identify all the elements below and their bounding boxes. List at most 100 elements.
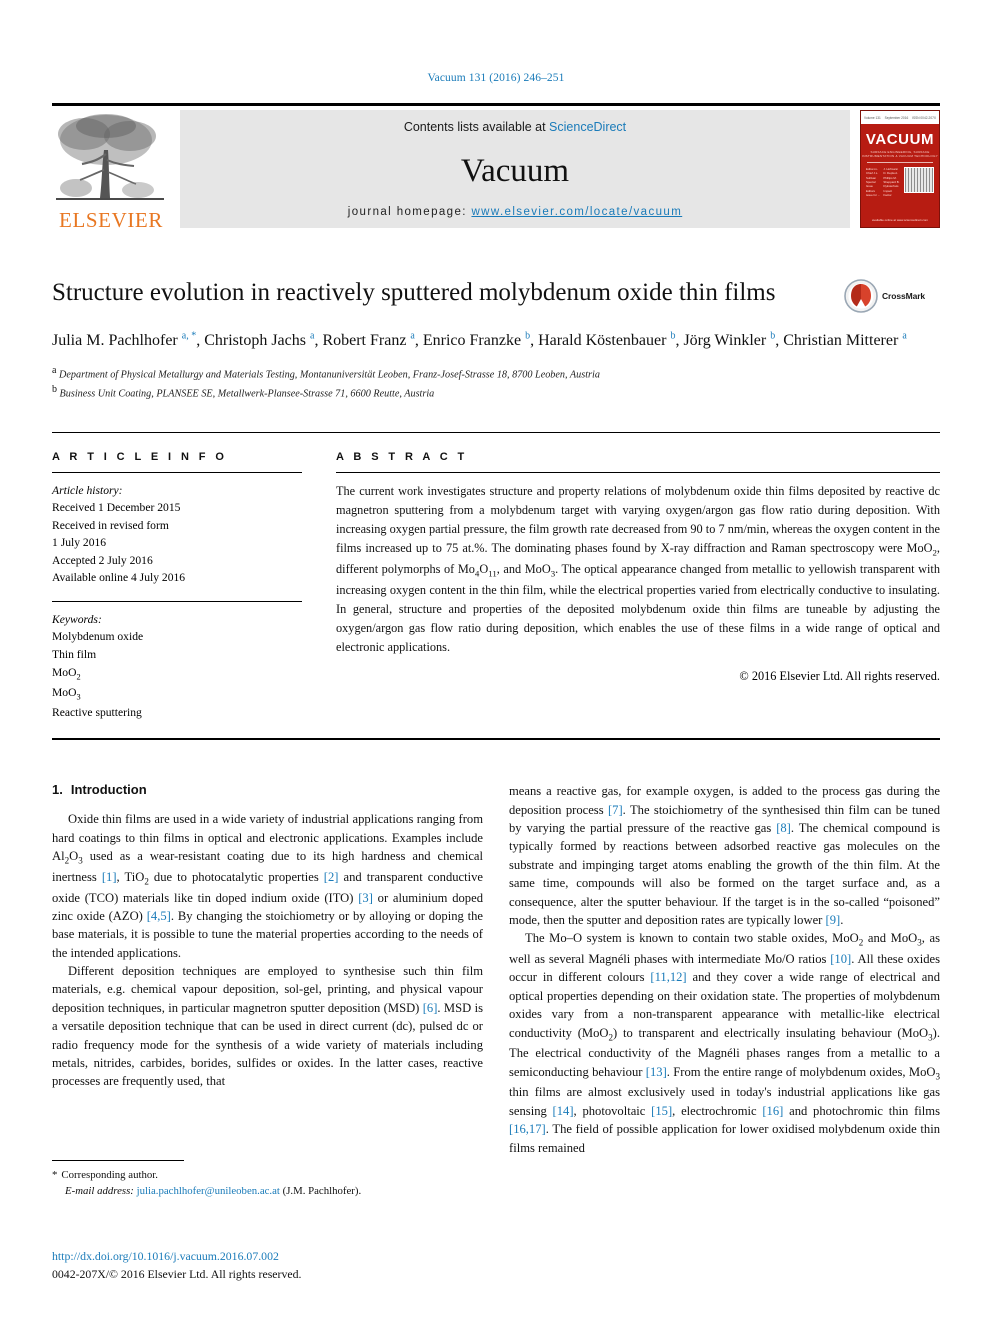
paragraph: means a reactive gas, for example oxygen… [509,784,940,927]
cover-subtitle: SURFACE ENGINEERING, SURFACE INSTRUMENTA… [862,150,938,158]
sciencedirect-link[interactable]: ScienceDirect [549,120,626,134]
footnote-block: * Corresponding author. E-mail address: j… [52,1160,467,1199]
affiliation-b: b Business Unit Coating, PLANSEE SE, Met… [52,383,940,402]
author-affil-mark: a [410,330,415,342]
journal-homepage-link[interactable]: www.elsevier.com/locate/vacuum [471,206,682,218]
title-block: Structure evolution in reactively sputte… [52,277,940,402]
cover-column-a: Editor-in-Chief J.L. Sullivan Special Is… [866,167,881,198]
elsevier-logo: ELSEVIER [52,106,170,232]
email-note: E-mail address: julia.pachlhofer@unileob… [52,1183,467,1199]
corresponding-email-link[interactable]: julia.pachlhofer@unileoben.ac.at [137,1185,280,1197]
article-history-label: Article history: [52,483,123,497]
section-title: Introduction [70,782,147,798]
cover-body: Editor-in-Chief J.L. Sullivan Special Is… [866,167,934,198]
citation-link[interactable]: [16,17] [509,1122,546,1136]
paper-page: Vacuum 131 (2016) 246–251 ELSEVIER Conte… [0,0,992,1323]
history-item: Received in revised form [52,518,169,532]
doi-link[interactable]: http://dx.doi.org/10.1016/j.vacuum.2016.… [52,1248,492,1266]
citation-link[interactable]: [2] [324,870,339,884]
author-item: Harald Köstenbauer b, [538,330,684,349]
paragraph: Different deposition techniques are empl… [52,964,483,1089]
keyword-item: Thin film [52,648,97,662]
cover-title: VACUUM [865,131,935,148]
citation-link[interactable]: [14] [553,1104,574,1118]
citation-link[interactable]: [3] [358,891,373,905]
doi-block: http://dx.doi.org/10.1016/j.vacuum.2016.… [52,1248,492,1283]
email-label: E-mail address: [65,1185,134,1198]
issn-copyright-line: 0042-207X/© 2016 Elsevier Ltd. All right… [52,1266,302,1281]
keywords-list: Molybdenum oxide Thin film MoO2 MoO3 Rea… [52,628,302,721]
journal-band: Contents lists available at ScienceDirec… [180,110,850,228]
body-column-left: 1. Introduction Oxide thin films are used… [52,782,483,1212]
footnote-marker: * [52,1169,58,1181]
citation-link[interactable]: [4,5] [147,909,171,923]
citation-link[interactable]: [15] [651,1104,672,1118]
citation-link[interactable]: [13] [646,1065,667,1079]
affiliation-mark: b [52,383,57,395]
citation-link[interactable]: [1] [102,870,117,884]
citation-link[interactable]: [10] [830,952,851,966]
author-item: Christian Mitterer a [783,330,907,349]
article-info-divider [52,471,302,473]
journal-cover-thumbnail: Volume 131 September 2016 ISSN 0042-207X… [860,110,940,228]
running-head: Vacuum 131 (2016) 246–251 [427,72,565,84]
keyword-item: Reactive sputtering [52,705,142,719]
history-item: Accepted 2 July 2016 [52,553,153,567]
section-number: 1. [52,782,63,798]
affiliation-a: a Department of Physical Metallurgy and … [52,364,940,383]
keyword-item: MoO3 [52,685,81,701]
citation-link[interactable]: [9] [826,913,841,927]
author-affil-mark: b [670,330,676,342]
journal-homepage-line: journal homepage: www.elsevier.com/locat… [348,206,682,218]
abstract-copyright: © 2016 Elsevier Ltd. All rights reserved… [739,669,940,684]
body-columns: 1. Introduction Oxide thin films are used… [52,782,940,1212]
corresponding-author-text: Corresponding author. [61,1169,158,1181]
author-affil-mark: b [770,330,776,342]
history-item: Received 1 December 2015 [52,500,181,514]
email-suffix: (J.M. Pachlhofer). [282,1185,362,1198]
abstract-divider [336,471,940,473]
contents-prefix: Contents lists available at [403,120,550,134]
citation-link[interactable]: [7] [608,803,623,817]
contents-line: Contents lists available at ScienceDirec… [404,120,626,134]
cover-divider [867,162,933,163]
author-affil-mark: b [525,330,531,342]
article-history-list: Received 1 December 2015 Received in rev… [52,499,302,587]
author-affil-mark: a, * [181,330,197,342]
body-column-right: means a reactive gas, for example oxygen… [509,782,940,1212]
footnote-rule [52,1160,184,1161]
author-list: Julia M. Pachlhofer a, *, Christoph Jach… [52,329,940,353]
affiliation-mark: a [52,364,57,376]
author-item: Julia M. Pachlhofer a, *, [52,330,205,349]
elsevier-tree-icon [56,114,164,200]
paragraph: Oxide thin films are used in a wide vari… [52,812,484,960]
citation-link[interactable]: [6] [423,1001,438,1015]
paragraph: The Mo–O system is known to contain two … [509,931,941,1155]
cover-footer: available online at www.sciencedirect.co… [871,218,929,222]
abstract-heading: A B S T R A C T [336,450,468,463]
crossmark-badge[interactable]: CrossMark [844,279,940,313]
affiliation-text: Department of Physical Metallurgy and Ma… [59,369,600,381]
keywords-divider [52,601,302,603]
history-item: 1 July 2016 [52,536,107,550]
citation-link[interactable]: [16] [762,1104,783,1118]
author-item: Jörg Winkler b, [683,330,784,349]
history-item: Available online 4 July 2016 [52,571,186,585]
citation-link[interactable]: [8] [776,821,791,835]
author-item: Robert Franz a, [322,330,423,349]
elsevier-wordmark: ELSEVIER [59,208,163,232]
info-abstract-region: A R T I C L E I N F O Article history: R… [52,431,940,722]
author-item: Enrico Franzke b, [422,330,539,349]
keyword-item: MoO2 [52,665,81,681]
affiliation-text: Business Unit Coating, PLANSEE SE, Metal… [59,388,435,400]
keywords-block: Keywords: Molybdenum oxide Thin film MoO… [52,601,302,721]
corresponding-author-note: * Corresponding author. [52,1167,467,1183]
article-info-heading: A R T I C L E I N F O [52,450,228,463]
cover-topbar: Volume 131 September 2016 ISSN 0042-207X [861,111,939,124]
page-title: Structure evolution in reactively sputte… [52,279,776,306]
citation-link[interactable]: [11,12] [650,970,686,984]
journal-title: Vacuum [460,152,570,189]
article-info-column: A R T I C L E I N F O Article history: R… [52,451,302,722]
abstract-bottom-rule [52,738,940,741]
abstract-text: The current work investigates structure … [336,483,940,655]
